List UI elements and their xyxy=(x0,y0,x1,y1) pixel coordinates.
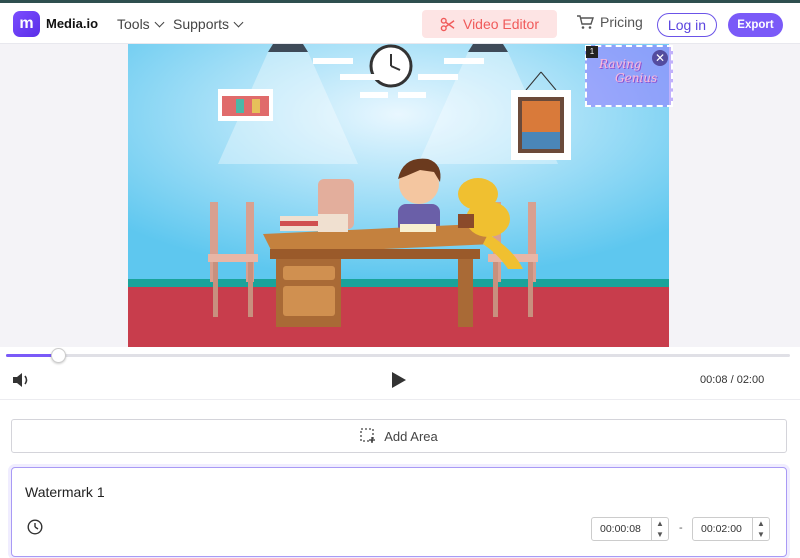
end-time-input[interactable]: 00:02:00 ▲ ▼ xyxy=(692,517,770,541)
time-display: 00:08 / 02:00 xyxy=(700,374,765,386)
video-editor-label: Video Editor xyxy=(462,16,539,32)
add-area-label: Add Area xyxy=(384,428,438,444)
app-header: m Media.io Tools Supports Video Editor P… xyxy=(0,3,800,44)
logo-icon[interactable]: m xyxy=(13,11,40,37)
preview-stage: 1 Raving Genius ✕ xyxy=(0,44,800,347)
chevron-down-icon xyxy=(233,17,244,27)
pricing-label: Pricing xyxy=(600,14,643,30)
start-time-value: 00:00:08 xyxy=(600,523,641,535)
video-editor-button[interactable]: Video Editor xyxy=(422,10,557,38)
add-area-icon xyxy=(360,428,376,443)
play-icon xyxy=(392,372,406,388)
start-time-spinner[interactable]: ▲ ▼ xyxy=(651,518,668,540)
close-icon[interactable]: ✕ xyxy=(652,50,668,66)
spin-down-icon[interactable]: ▼ xyxy=(652,529,668,540)
watermark-text-line2: Genius xyxy=(615,71,658,85)
nav-supports[interactable]: Supports xyxy=(173,16,244,32)
scissors-icon xyxy=(440,17,455,31)
nav-tools-label: Tools xyxy=(117,16,150,32)
export-button[interactable]: Export xyxy=(728,13,783,37)
divider xyxy=(0,399,800,400)
login-button[interactable]: Log in xyxy=(657,13,717,37)
progress-handle[interactable] xyxy=(51,348,67,363)
watermark-index-badge: 1 xyxy=(586,46,598,58)
spin-down-icon[interactable]: ▼ xyxy=(753,529,769,540)
watermark-text-line1: Raving xyxy=(599,57,642,71)
watermark-selection-box[interactable]: 1 Raving Genius ✕ xyxy=(585,45,673,107)
progress-bar[interactable] xyxy=(6,348,790,363)
watermark-title: Watermark 1 xyxy=(25,484,105,500)
chevron-down-icon xyxy=(154,17,165,27)
brand-name[interactable]: Media.io xyxy=(46,16,98,31)
pricing-link[interactable]: Pricing xyxy=(576,14,643,30)
spin-up-icon[interactable]: ▲ xyxy=(753,518,769,529)
nav-tools[interactable]: Tools xyxy=(117,16,165,32)
add-area-button[interactable]: Add Area xyxy=(11,419,787,453)
cart-icon xyxy=(577,15,594,29)
time-range-separator: - xyxy=(679,522,683,534)
nav-supports-label: Supports xyxy=(173,16,230,32)
end-time-value: 00:02:00 xyxy=(701,523,742,535)
volume-icon xyxy=(13,373,28,387)
clock-icon xyxy=(27,519,43,540)
watermark-item-card[interactable]: Watermark 1 00:00:08 ▲ ▼ - 00:02:00 ▲ ▼ xyxy=(11,467,787,557)
watermark-logo-text: Raving Genius xyxy=(599,57,657,85)
play-button[interactable] xyxy=(391,371,407,394)
volume-button[interactable] xyxy=(12,371,32,394)
spin-up-icon[interactable]: ▲ xyxy=(652,518,668,529)
end-time-spinner[interactable]: ▲ ▼ xyxy=(752,518,769,540)
start-time-input[interactable]: 00:00:08 ▲ ▼ xyxy=(591,517,669,541)
